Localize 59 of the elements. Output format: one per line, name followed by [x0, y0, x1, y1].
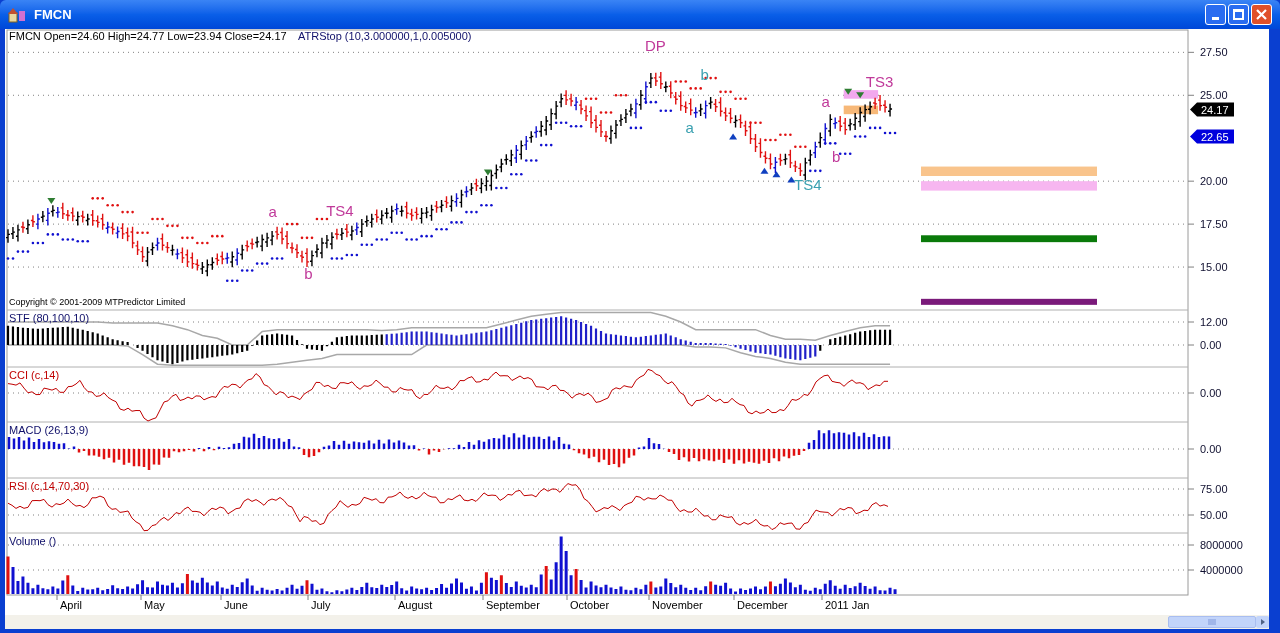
price-tag: 24.17 — [1190, 102, 1234, 117]
panel-title: STF (80,100,10) — [9, 312, 90, 324]
axis-label: 12.00 — [1200, 316, 1228, 328]
close-icon — [1256, 9, 1267, 20]
scrollbar-thumb[interactable] — [1168, 616, 1256, 628]
axis-label: 0.00 — [1200, 339, 1222, 351]
window-title: FMCN — [34, 5, 72, 24]
wave-label: DP — [644, 36, 666, 54]
axis-label: 8000000 — [1200, 539, 1243, 551]
axis-label: 15.00 — [1200, 261, 1228, 274]
axis-label: 0.00 — [1200, 387, 1222, 399]
target-zone — [843, 105, 879, 115]
maximize-icon — [1233, 9, 1244, 20]
month-label: July — [311, 599, 331, 611]
close-button[interactable] — [1251, 4, 1272, 25]
axis-label: 17.50 — [1200, 218, 1228, 231]
maximize-button[interactable] — [1228, 4, 1249, 25]
wave-label: a — [268, 203, 277, 221]
month-label: June — [224, 599, 248, 611]
copyright-text: Copyright © 2001-2009 MTPredictor Limited — [9, 297, 186, 307]
price-tag: 22.65 — [1190, 129, 1234, 144]
axis-label: 20.00 — [1200, 175, 1228, 188]
up-triangle-icon — [729, 133, 738, 140]
panel-title: CCI (c,14) — [9, 369, 60, 381]
wave-label: a — [821, 93, 830, 111]
app-icon — [8, 6, 26, 23]
month-label: October — [570, 599, 610, 611]
minimize-icon — [1212, 17, 1219, 20]
axis-label: 27.50 — [1200, 46, 1228, 59]
minimize-button[interactable] — [1205, 4, 1226, 25]
indicator-label: ATRStop (10,3.000000,1,0.005000) — [298, 30, 472, 42]
wave-label: b — [700, 65, 709, 83]
panel-title: RSI (c,14,70,30) — [9, 480, 90, 492]
month-label: May — [144, 599, 165, 611]
down-triangle-icon — [483, 169, 492, 176]
axis-label: 4000000 — [1200, 564, 1243, 576]
month-label: August — [398, 599, 433, 611]
wave-label: b — [304, 265, 313, 283]
wave-label: TS4 — [326, 201, 354, 219]
panel-title: Volume () — [9, 535, 57, 547]
month-label: December — [737, 599, 788, 611]
month-label: 2011 Jan — [825, 599, 870, 611]
right-arrow-icon — [1260, 619, 1265, 625]
wave-label: a — [685, 119, 694, 137]
month-label: September — [486, 599, 540, 611]
panel-title: MACD (26,13,9) — [9, 424, 89, 436]
down-triangle-icon — [47, 197, 56, 204]
axis-label: 0.00 — [1200, 443, 1222, 455]
wave-label: TS3 — [865, 72, 894, 90]
axis-label: 50.00 — [1200, 509, 1228, 521]
quote-text: FMCN Open=24.60 High=24.77 Low=23.94 Close=24.17 — [9, 30, 287, 42]
axis-label: 25.00 — [1200, 89, 1228, 102]
axis-label: 75.00 — [1200, 483, 1228, 495]
grip-icon — [1208, 619, 1216, 625]
month-label: November — [652, 599, 703, 611]
month-label: April — [60, 599, 82, 611]
wave-label: b — [832, 148, 841, 166]
wave-label: TS4 — [794, 175, 822, 193]
scroll-right-button[interactable] — [1256, 616, 1269, 628]
